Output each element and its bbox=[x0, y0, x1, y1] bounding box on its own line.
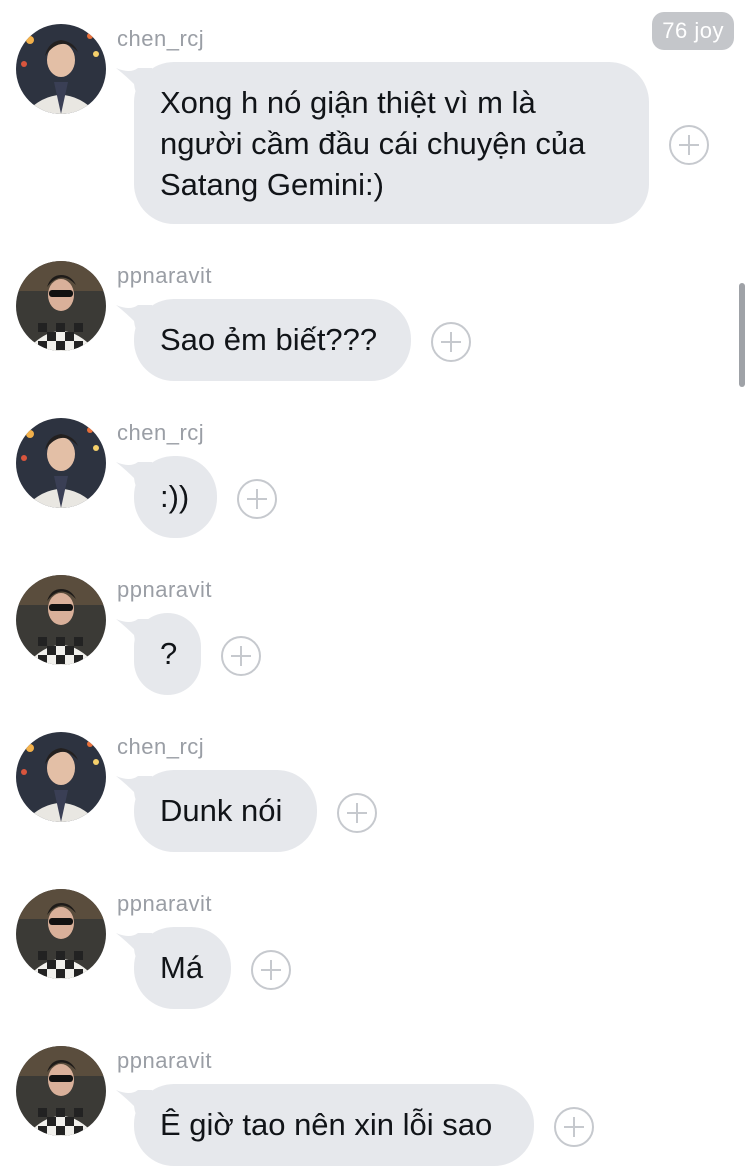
message-text: :)) bbox=[160, 479, 190, 514]
username[interactable]: chen_rcj bbox=[117, 26, 204, 52]
user-avatar-chen-icon bbox=[16, 24, 106, 114]
message-text: Sao ẻm biết??? bbox=[160, 322, 378, 357]
message-text: Má bbox=[160, 950, 204, 985]
scrollbar[interactable] bbox=[739, 283, 745, 387]
add-reaction-button[interactable] bbox=[221, 636, 261, 676]
message-row: chen_rcj Xong h nó giận thiệt vì m là ng… bbox=[0, 24, 740, 234]
add-reaction-button[interactable] bbox=[431, 322, 471, 362]
message-bubble[interactable]: Dunk nói bbox=[134, 770, 317, 852]
message-row: ppnaravit Má bbox=[0, 889, 740, 1019]
message-text: Dunk nói bbox=[160, 793, 283, 828]
add-reaction-button[interactable] bbox=[554, 1107, 594, 1147]
message-bubble[interactable]: Xong h nó giận thiệt vì m là người cầm đ… bbox=[134, 62, 649, 224]
chat-screen: 76 joy chen_rcj Xong h nó giận thiệt vì … bbox=[0, 0, 750, 1175]
message-bubble[interactable]: Sao ẻm biết??? bbox=[134, 299, 411, 381]
message-row: chen_rcj Dunk nói bbox=[0, 732, 740, 862]
message-row: ppnaravit Ê giờ tao nên xin lỗi sao bbox=[0, 1046, 740, 1175]
add-reaction-button[interactable] bbox=[237, 479, 277, 519]
message-row: ppnaravit ? bbox=[0, 575, 740, 705]
add-reaction-button[interactable] bbox=[337, 793, 377, 833]
message-text: ? bbox=[160, 636, 178, 671]
user-avatar-pp-icon bbox=[16, 1046, 106, 1136]
message-row: ppnaravit Sao ẻm biết??? bbox=[0, 261, 740, 391]
avatar[interactable] bbox=[16, 1046, 106, 1136]
message-text: Ê giờ tao nên xin lỗi sao bbox=[160, 1107, 493, 1142]
message-bubble[interactable]: Má bbox=[134, 927, 231, 1009]
avatar[interactable] bbox=[16, 261, 106, 351]
message-bubble[interactable]: :)) bbox=[134, 456, 217, 538]
avatar[interactable] bbox=[16, 575, 106, 665]
user-avatar-chen-icon bbox=[16, 732, 106, 822]
user-avatar-pp-icon bbox=[16, 575, 106, 665]
username[interactable]: ppnaravit bbox=[117, 577, 212, 603]
avatar[interactable] bbox=[16, 24, 106, 114]
message-text: Xong h nó giận thiệt vì m là người cầm đ… bbox=[160, 85, 586, 202]
user-avatar-pp-icon bbox=[16, 261, 106, 351]
user-avatar-pp-icon bbox=[16, 889, 106, 979]
username[interactable]: chen_rcj bbox=[117, 420, 204, 446]
message-row: chen_rcj :)) bbox=[0, 418, 740, 548]
username[interactable]: ppnaravit bbox=[117, 263, 212, 289]
add-reaction-button[interactable] bbox=[669, 125, 709, 165]
message-bubble[interactable]: Ê giờ tao nên xin lỗi sao bbox=[134, 1084, 534, 1166]
user-avatar-chen-icon bbox=[16, 418, 106, 508]
username[interactable]: ppnaravit bbox=[117, 1048, 212, 1074]
avatar[interactable] bbox=[16, 732, 106, 822]
message-bubble[interactable]: ? bbox=[134, 613, 201, 695]
username[interactable]: ppnaravit bbox=[117, 891, 212, 917]
avatar[interactable] bbox=[16, 418, 106, 508]
avatar[interactable] bbox=[16, 889, 106, 979]
username[interactable]: chen_rcj bbox=[117, 734, 204, 760]
add-reaction-button[interactable] bbox=[251, 950, 291, 990]
